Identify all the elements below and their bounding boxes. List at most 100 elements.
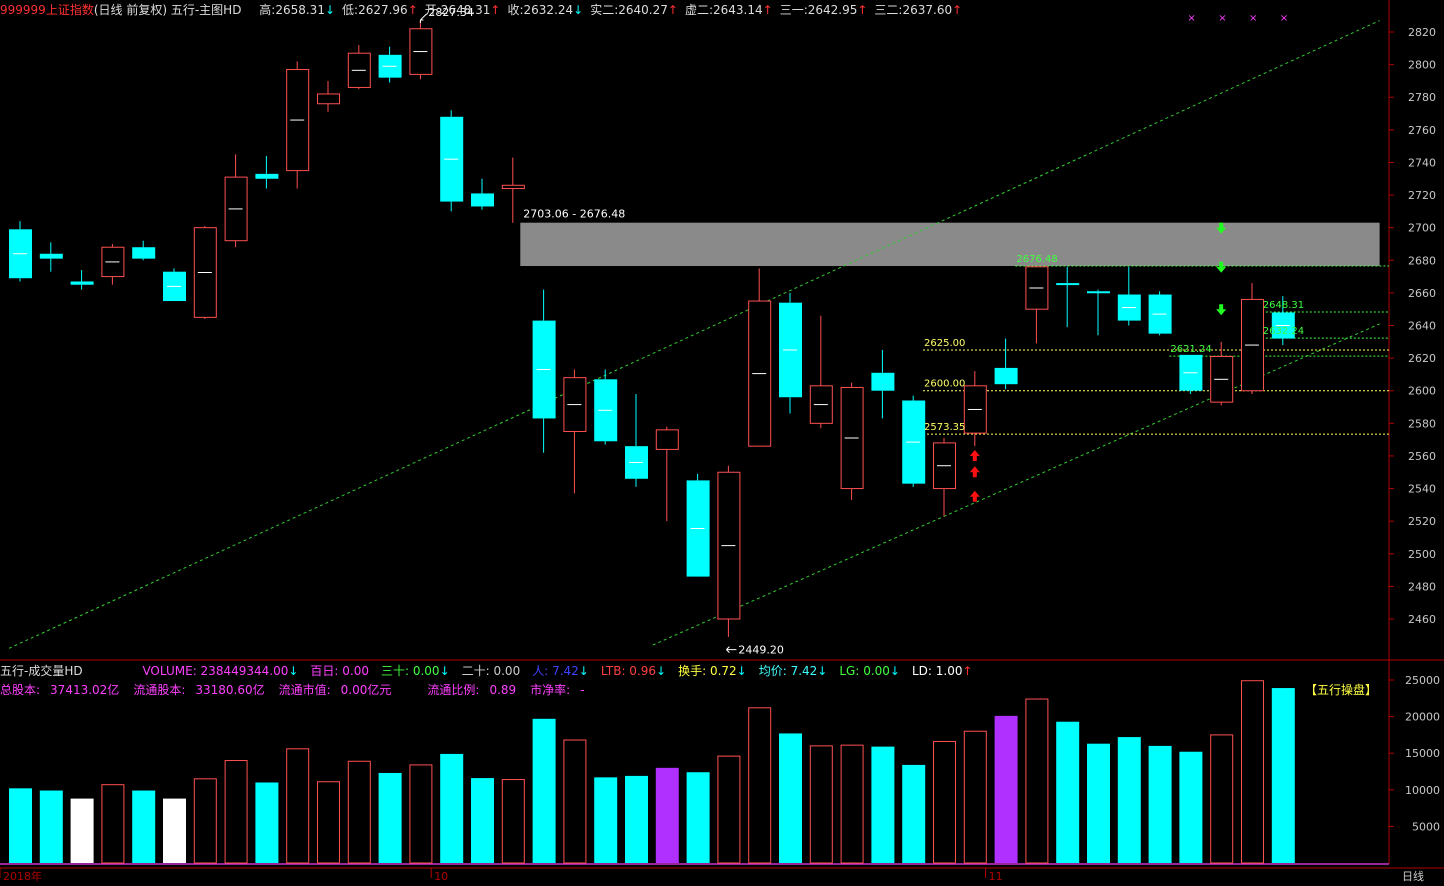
price-tick-label: 2800	[1408, 59, 1436, 72]
volume-stat-label: LD:	[911, 664, 936, 678]
share-info: 总股本: 37413.02亿 流通股本: 33180.60亿 流通市值: 0.00亿元 流通…	[0, 681, 599, 698]
candle-body	[655, 429, 679, 450]
indicator-name[interactable]: 五行-主图HD	[171, 3, 242, 17]
candle	[255, 155, 279, 189]
candle	[471, 178, 494, 210]
candle	[501, 157, 525, 223]
price-stat-value: 2632.24	[523, 3, 574, 17]
price-tick-label: 2780	[1408, 91, 1436, 104]
volume-stat-label: 百日:	[310, 664, 343, 678]
price-stat-value: 2643.14	[713, 3, 763, 17]
price-stats: 高:2658.31↓ 低:2627.96↑ 开:2648.31↑ 收:2632.24↓…	[259, 3, 969, 17]
candle	[686, 473, 710, 577]
price-stat: 三一:2642.95↑	[780, 3, 868, 17]
candle	[163, 268, 186, 302]
share-info-items: 总股本: 37413.02亿 流通股本: 33180.60亿 流通市值: 0.00亿元 流通…	[0, 683, 599, 697]
stock-code[interactable]: 999999	[0, 3, 46, 17]
up-arrow-icon: ↑	[490, 3, 501, 17]
candle	[9, 221, 32, 282]
candle	[625, 393, 648, 487]
up-arrow-icon: ↑	[857, 3, 868, 17]
candle	[1148, 291, 1172, 336]
price-stat-label: 高:	[259, 3, 276, 17]
price-stat: 实二:2640.27↑	[590, 3, 678, 17]
volume-stat-value: 0.72	[709, 664, 737, 678]
share-info-item: 总股本: 37413.02亿	[0, 683, 119, 697]
volume-stat-value: 0.00	[863, 664, 890, 678]
up-arrow-icon: ↑	[952, 3, 963, 17]
candle	[378, 46, 402, 83]
buy-arrow-icon	[969, 449, 980, 461]
candlestick-series	[9, 20, 1295, 637]
price-stat-value: 2642.95	[807, 3, 858, 17]
volume-bar	[1148, 745, 1172, 863]
candle	[717, 465, 741, 637]
volume-bar	[717, 755, 741, 864]
volume-stat: 人: 7.42↓	[532, 664, 589, 678]
volume-stat: 三十: 0.00↓	[381, 664, 450, 678]
volume-bar	[440, 753, 464, 863]
volume-stat: LD: 1.00↑	[912, 664, 973, 678]
volume-stat-label: 换手:	[678, 664, 710, 678]
volume-bar	[1087, 743, 1110, 863]
up-arrow-icon: ↑	[407, 3, 418, 17]
time-tick-label: 10	[434, 870, 448, 883]
price-level-label: 2676.48	[1016, 254, 1057, 265]
share-info-label: 市净率:	[530, 683, 571, 697]
candle	[1210, 341, 1234, 406]
volume-bar	[39, 790, 63, 863]
price-stat-value: 2627.96	[358, 3, 408, 17]
down-arrow-icon: ↓	[573, 3, 584, 17]
candle	[1241, 283, 1264, 394]
volume-bar	[101, 784, 125, 864]
candle	[963, 371, 987, 447]
volume-bar	[563, 739, 587, 864]
down-arrow-icon: ↓	[656, 664, 667, 678]
price-tick-label: 2740	[1408, 156, 1436, 169]
volume-tick-label: 5000	[1412, 820, 1440, 833]
candle	[779, 292, 802, 414]
stock-name[interactable]: 上证指数	[46, 3, 94, 17]
candle	[1179, 354, 1203, 394]
share-info-label: 流通股本:	[133, 683, 186, 697]
candle	[132, 240, 156, 261]
price-stat: 虚二:2643.14↑	[685, 3, 773, 17]
candle-body	[132, 247, 156, 259]
volume-bar	[933, 740, 956, 864]
candle	[871, 349, 895, 419]
down-arrow-icon: ↓	[324, 3, 336, 17]
candle	[440, 110, 464, 212]
price-stat-value: 2658.31	[275, 3, 325, 17]
volume-stat: 百日: 0.00	[310, 664, 369, 678]
volume-bar	[193, 778, 217, 864]
volume-bar	[655, 767, 679, 863]
price-level-label: 2573.35	[924, 422, 965, 433]
volume-stat-value: 238449344.00	[200, 664, 289, 678]
price-level-label: 2600.00	[924, 379, 965, 390]
volume-bar	[471, 778, 494, 863]
volume-stat: LTB: 0.96↓	[601, 664, 666, 678]
volume-stat-value: 7.42	[552, 664, 579, 678]
volume-stat: 均价: 7.42↓	[759, 664, 828, 678]
volume-tick-label: 10000	[1405, 784, 1440, 797]
chart-mode[interactable]: (日线 前复权)	[94, 3, 167, 17]
volume-bar	[317, 781, 340, 864]
share-info-value: 0.00亿元	[340, 683, 392, 697]
price-tick-label: 2460	[1408, 613, 1436, 626]
candle	[532, 289, 556, 453]
volume-indicator-name[interactable]: 五行-成交量HD	[0, 664, 83, 678]
volume-header: 五行-成交量HD VOLUME: 238449344.00↓ 百日: 0.00 三十…	[0, 662, 985, 679]
volume-bar	[532, 718, 556, 863]
price-tick-label: 2820	[1408, 26, 1436, 39]
volume-bar	[1025, 698, 1049, 864]
candle	[748, 268, 772, 447]
share-info-item: 流通比例: 0.89	[427, 683, 516, 697]
share-info-item: 流通股本: 33180.60亿	[133, 683, 264, 697]
volume-stat-value: 7.42	[790, 664, 818, 678]
time-tick-label: 2018年	[3, 869, 42, 883]
candle	[1025, 266, 1049, 344]
volume-stat-label: LG:	[839, 664, 864, 678]
volume-bar	[1241, 680, 1264, 864]
candle	[286, 61, 310, 189]
volume-bar	[1179, 751, 1203, 863]
